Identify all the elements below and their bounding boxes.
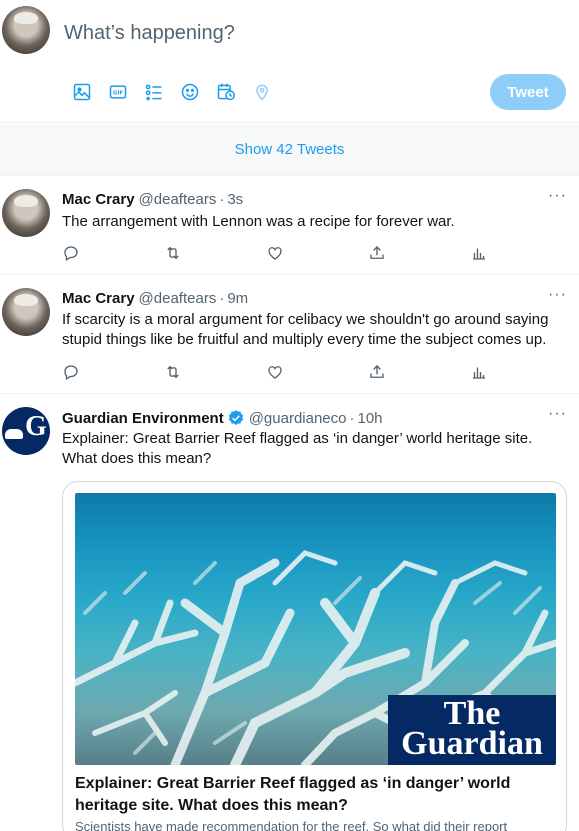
emoji-icon[interactable] xyxy=(172,80,208,104)
tweet-time[interactable]: 9m xyxy=(227,290,248,307)
user-avatar[interactable] xyxy=(2,6,50,54)
card-title[interactable]: Explainer: Great Barrier Reef flagged as… xyxy=(75,773,555,817)
retweet-icon[interactable] xyxy=(164,362,266,382)
tweet-header: Mac Crary @deaftears · 9m xyxy=(62,290,248,307)
cloud-icon xyxy=(5,429,23,439)
tweet-time[interactable]: 3s xyxy=(227,191,243,208)
retweet-icon[interactable] xyxy=(164,243,266,263)
media-icon[interactable] xyxy=(64,80,100,104)
composer-toolbar: GIF xyxy=(64,80,280,104)
tweet[interactable]: Mac Crary @deaftears · 9m ··· If scarcit… xyxy=(0,276,579,394)
tweet-text: The arrangement with Lennon was a recipe… xyxy=(62,213,455,230)
compose-input[interactable]: What’s happening? xyxy=(64,22,235,45)
share-icon[interactable] xyxy=(368,243,470,263)
gif-icon[interactable]: GIF xyxy=(100,80,136,104)
tweet-time[interactable]: 10h xyxy=(358,410,383,427)
separator-dot: · xyxy=(349,409,355,427)
analytics-icon[interactable] xyxy=(470,243,572,263)
tweet-text: Explainer: Great Barrier Reef flagged as… xyxy=(62,430,533,467)
author-avatar[interactable] xyxy=(2,189,50,237)
reply-icon[interactable] xyxy=(62,243,164,263)
author-avatar[interactable] xyxy=(2,288,50,336)
tweet[interactable]: Mac Crary @deaftears · 3s ··· The arrang… xyxy=(0,177,579,275)
show-new-tweets-button[interactable]: Show 42 Tweets xyxy=(0,124,579,176)
author-handle[interactable]: @deaftears xyxy=(139,191,217,208)
analytics-icon[interactable] xyxy=(470,362,572,382)
author-name[interactable]: Mac Crary xyxy=(62,290,135,307)
tweet-composer: What’s happening? GIF Tweet xyxy=(0,0,579,123)
author-handle[interactable]: @guardianeco xyxy=(249,410,347,427)
guardian-logo-avatar[interactable]: G xyxy=(2,407,50,455)
author-name[interactable]: Mac Crary xyxy=(62,191,135,208)
like-icon[interactable] xyxy=(266,362,368,382)
guardian-logo: The Guardian xyxy=(388,695,556,765)
tweet-header: Guardian Environment @guardianeco · 10h xyxy=(62,409,383,427)
verified-badge-icon xyxy=(228,410,243,425)
share-icon[interactable] xyxy=(368,362,470,382)
author-name[interactable]: Guardian Environment xyxy=(62,410,224,427)
author-handle[interactable]: @deaftears xyxy=(139,290,217,307)
tweet-actions xyxy=(62,243,572,263)
separator-dot: · xyxy=(219,290,225,307)
poll-icon[interactable] xyxy=(136,80,172,104)
location-icon[interactable] xyxy=(244,80,280,104)
card-description: Scientists have made recommendation for … xyxy=(75,819,508,831)
separator-dot: · xyxy=(219,191,225,208)
more-icon[interactable]: ··· xyxy=(548,286,567,304)
like-icon[interactable] xyxy=(266,243,368,263)
reply-icon[interactable] xyxy=(62,362,164,382)
more-icon[interactable]: ··· xyxy=(548,405,567,423)
tweet-actions xyxy=(62,362,572,382)
link-preview-card[interactable]: The Guardian Explainer: Great Barrier Re… xyxy=(62,481,567,831)
tweet-text: If scarcity is a moral argument for celi… xyxy=(62,311,549,348)
schedule-icon[interactable] xyxy=(208,80,244,104)
tweet-button[interactable]: Tweet xyxy=(490,74,566,110)
tweet-header: Mac Crary @deaftears · 3s xyxy=(62,191,243,208)
more-icon[interactable]: ··· xyxy=(548,187,567,205)
svg-text:GIF: GIF xyxy=(113,91,123,97)
reef-photo[interactable]: The Guardian xyxy=(75,493,556,765)
